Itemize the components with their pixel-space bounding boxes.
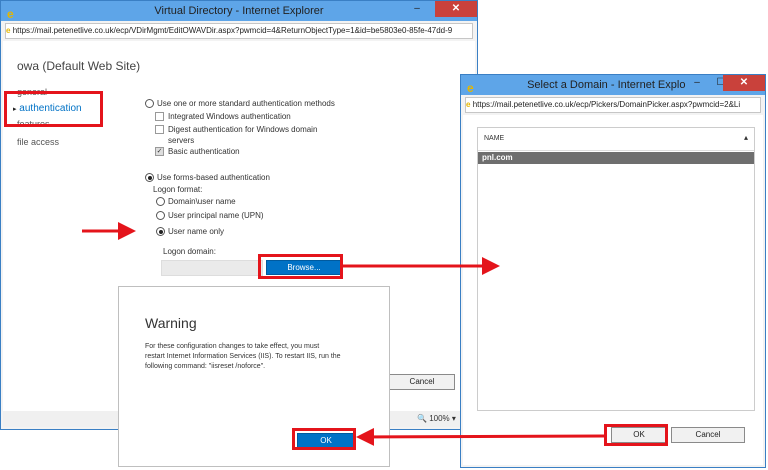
annotation-arrows xyxy=(82,222,605,446)
arrow-ok-to-warning xyxy=(356,427,605,446)
